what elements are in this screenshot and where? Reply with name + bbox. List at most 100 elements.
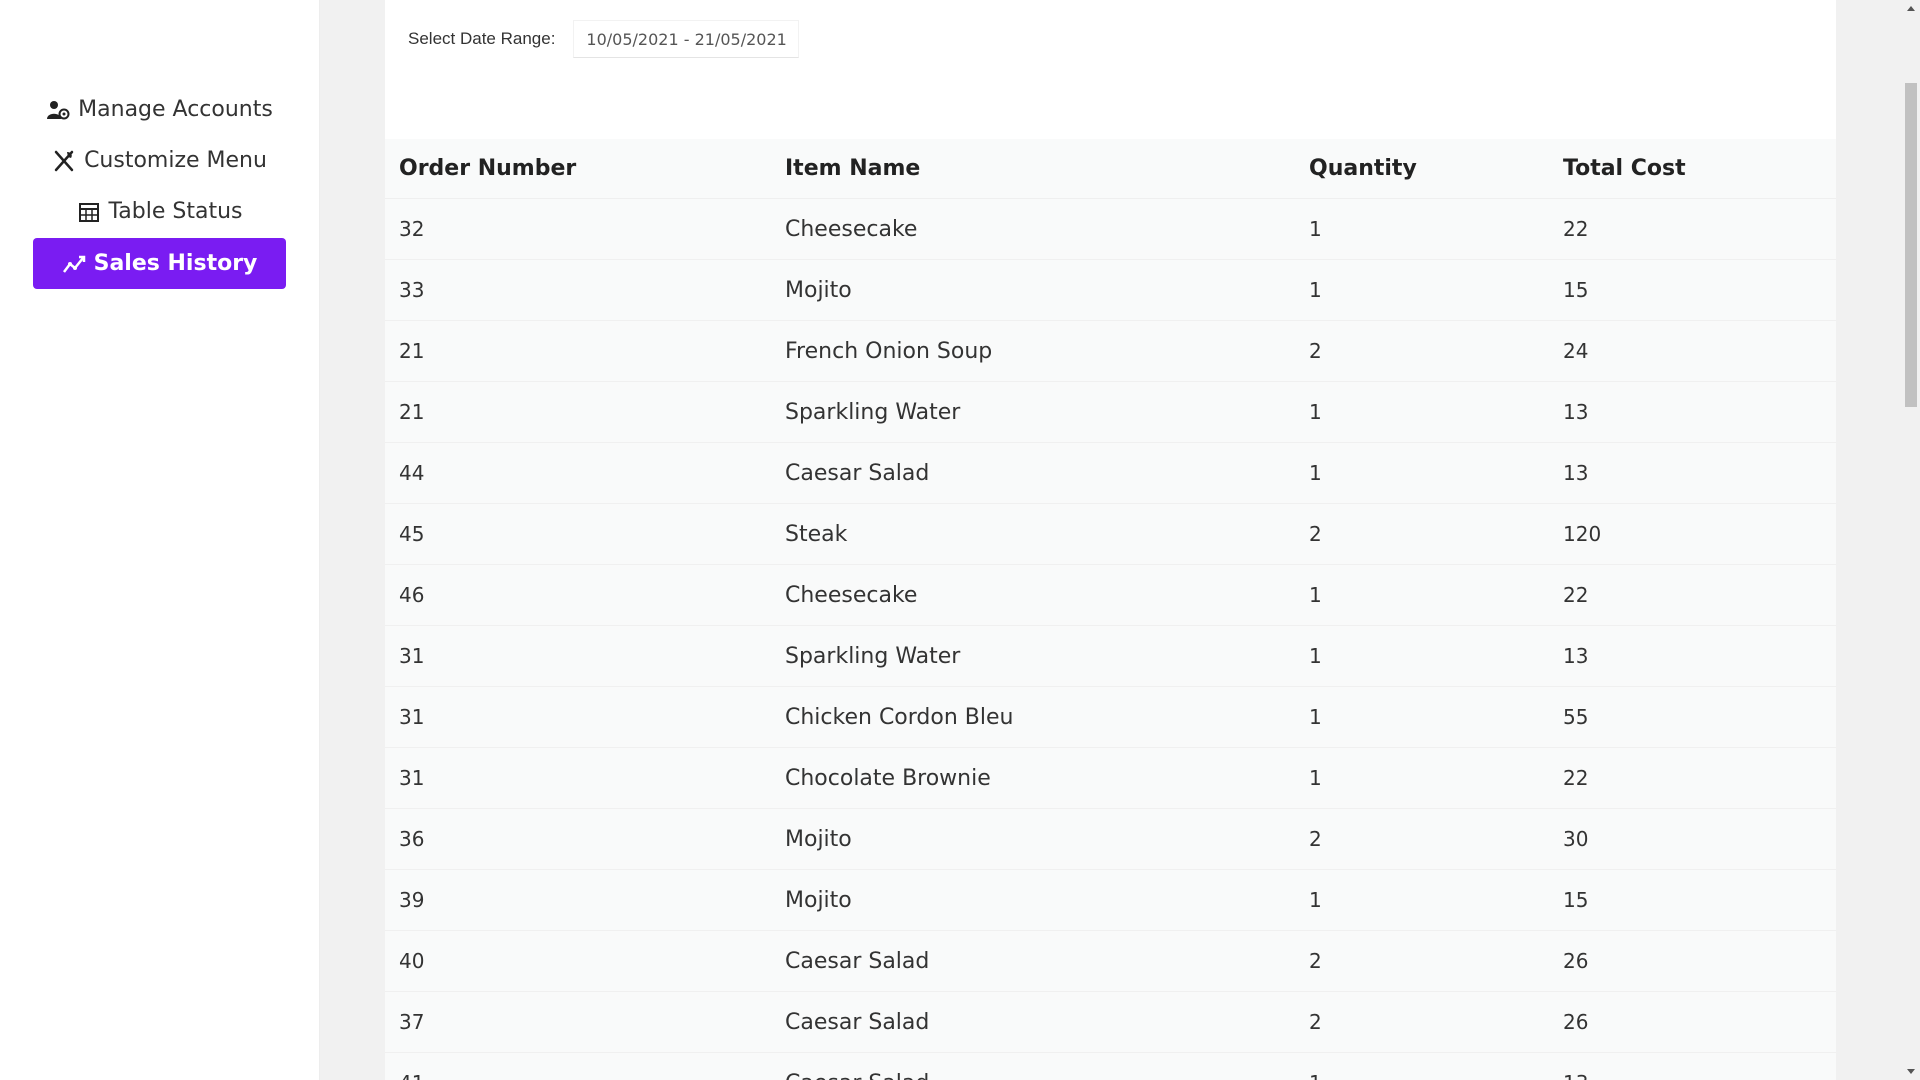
user-gear-icon	[46, 98, 70, 122]
order-number-cell: 32	[385, 198, 771, 260]
sales-table: Order Number Item Name Quantity Total Co…	[385, 139, 1836, 1080]
table-row: 45 Steak 2 120	[385, 503, 1836, 565]
quantity-cell: 1	[1295, 564, 1549, 626]
total-cost-cell: 13	[1549, 625, 1836, 687]
quantity-cell: 1	[1295, 381, 1549, 443]
item-name-cell: Chicken Cordon Bleu	[771, 686, 1295, 748]
table-row: 31 Chicken Cordon Bleu 1 55	[385, 686, 1836, 748]
column-header-quantity: Quantity	[1295, 139, 1549, 199]
quantity-cell: 1	[1295, 259, 1549, 321]
quantity-cell: 1	[1295, 1052, 1549, 1080]
order-number-cell: 33	[385, 259, 771, 321]
item-name-cell: Cheesecake	[771, 198, 1295, 260]
order-number-cell: 31	[385, 747, 771, 809]
table-row: 39 Mojito 1 15	[385, 869, 1836, 931]
date-range-label: Select Date Range:	[408, 29, 556, 48]
right-gutter	[1836, 0, 1902, 1080]
total-cost-cell: 22	[1549, 198, 1836, 260]
table-row: 21 French Onion Soup 2 24	[385, 320, 1836, 382]
table-body: 32 Cheesecake 1 22 33 Mojito 1 15 21 Fre…	[385, 198, 1836, 1080]
item-name-cell: Sparkling Water	[771, 381, 1295, 443]
quantity-cell: 1	[1295, 747, 1549, 809]
total-cost-cell: 15	[1549, 259, 1836, 321]
date-range-filter: Select Date Range:	[408, 19, 800, 59]
column-header-order-number: Order Number	[385, 139, 771, 199]
utensils-icon	[52, 149, 76, 173]
date-range-input[interactable]	[573, 20, 800, 58]
scrollbar-thumb[interactable]	[1905, 83, 1917, 407]
total-cost-cell: 55	[1549, 686, 1836, 748]
quantity-cell: 2	[1295, 930, 1549, 992]
order-number-cell: 36	[385, 808, 771, 870]
total-cost-cell: 26	[1549, 991, 1836, 1053]
item-name-cell: Cheesecake	[771, 564, 1295, 626]
order-number-cell: 31	[385, 625, 771, 687]
total-cost-cell: 22	[1549, 747, 1836, 809]
total-cost-cell: 22	[1549, 564, 1836, 626]
quantity-cell: 1	[1295, 686, 1549, 748]
quantity-cell: 1	[1295, 198, 1549, 260]
sidebar-item-manage-accounts[interactable]: Manage Accounts	[33, 84, 286, 135]
table-row: 33 Mojito 1 15	[385, 259, 1836, 321]
total-cost-cell: 13	[1549, 381, 1836, 443]
table-row: 40 Caesar Salad 2 26	[385, 930, 1836, 992]
item-name-cell: French Onion Soup	[771, 320, 1295, 382]
item-name-cell: Sparkling Water	[771, 625, 1295, 687]
sidebar-item-customize-menu[interactable]: Customize Menu	[33, 135, 286, 186]
quantity-cell: 2	[1295, 320, 1549, 382]
scroll-up-arrow-icon[interactable]	[1907, 6, 1915, 11]
table-row: 31 Chocolate Brownie 1 22	[385, 747, 1836, 809]
item-name-cell: Chocolate Brownie	[771, 747, 1295, 809]
table-icon	[77, 200, 101, 224]
order-number-cell: 31	[385, 686, 771, 748]
order-number-cell: 21	[385, 381, 771, 443]
table-row: 21 Sparkling Water 1 13	[385, 381, 1836, 443]
item-name-cell: Mojito	[771, 808, 1295, 870]
sidebar-item-label: Table Status	[108, 199, 243, 224]
item-name-cell: Caesar Salad	[771, 930, 1295, 992]
sidebar-item-sales-history[interactable]: Sales History	[33, 238, 286, 289]
total-cost-cell: 26	[1549, 930, 1836, 992]
item-name-cell: Caesar Salad	[771, 442, 1295, 504]
total-cost-cell: 30	[1549, 808, 1836, 870]
total-cost-cell: 13	[1549, 442, 1836, 504]
scroll-down-arrow-icon[interactable]	[1907, 1069, 1915, 1074]
total-cost-cell: 15	[1549, 869, 1836, 931]
sidebar-item-table-status[interactable]: Table Status	[33, 186, 286, 237]
table-row: 46 Cheesecake 1 22	[385, 564, 1836, 626]
order-number-cell: 40	[385, 930, 771, 992]
quantity-cell: 2	[1295, 808, 1549, 870]
item-name-cell: Mojito	[771, 259, 1295, 321]
order-number-cell: 21	[385, 320, 771, 382]
table-row: 36 Mojito 2 30	[385, 808, 1836, 870]
sales-table-container: Order Number Item Name Quantity Total Co…	[385, 139, 1836, 1080]
quantity-cell: 1	[1295, 442, 1549, 504]
order-number-cell: 45	[385, 503, 771, 565]
item-name-cell: Mojito	[771, 869, 1295, 931]
table-header-row: Order Number Item Name Quantity Total Co…	[385, 139, 1836, 199]
sidebar-item-label: Manage Accounts	[78, 97, 273, 122]
main-content: Select Date Range: Order Number Item Nam…	[385, 0, 1836, 1080]
column-header-item-name: Item Name	[771, 139, 1295, 199]
total-cost-cell: 120	[1549, 503, 1836, 565]
sidebar-item-label: Customize Menu	[84, 148, 267, 173]
left-gutter	[320, 0, 385, 1080]
order-number-cell: 46	[385, 564, 771, 626]
chart-line-icon	[62, 252, 86, 276]
item-name-cell: Caesar Salad	[771, 991, 1295, 1053]
column-header-total-cost: Total Cost	[1549, 139, 1836, 199]
table-row: 44 Caesar Salad 1 13	[385, 442, 1836, 504]
sidebar-item-label: Sales History	[93, 251, 258, 276]
quantity-cell: 2	[1295, 991, 1549, 1053]
table-row: 41 Caesar Salad 1 13	[385, 1052, 1836, 1080]
sidebar-nav: Manage Accounts Customize Menu Table Sta…	[33, 84, 286, 289]
table-row: 37 Caesar Salad 2 26	[385, 991, 1836, 1053]
order-number-cell: 44	[385, 442, 771, 504]
table-row: 31 Sparkling Water 1 13	[385, 625, 1836, 687]
vertical-scrollbar[interactable]	[1902, 0, 1920, 1080]
sidebar: Manage Accounts Customize Menu Table Sta…	[0, 0, 320, 1080]
quantity-cell: 1	[1295, 625, 1549, 687]
order-number-cell: 39	[385, 869, 771, 931]
table-row: 32 Cheesecake 1 22	[385, 198, 1836, 260]
total-cost-cell: 13	[1549, 1052, 1836, 1080]
